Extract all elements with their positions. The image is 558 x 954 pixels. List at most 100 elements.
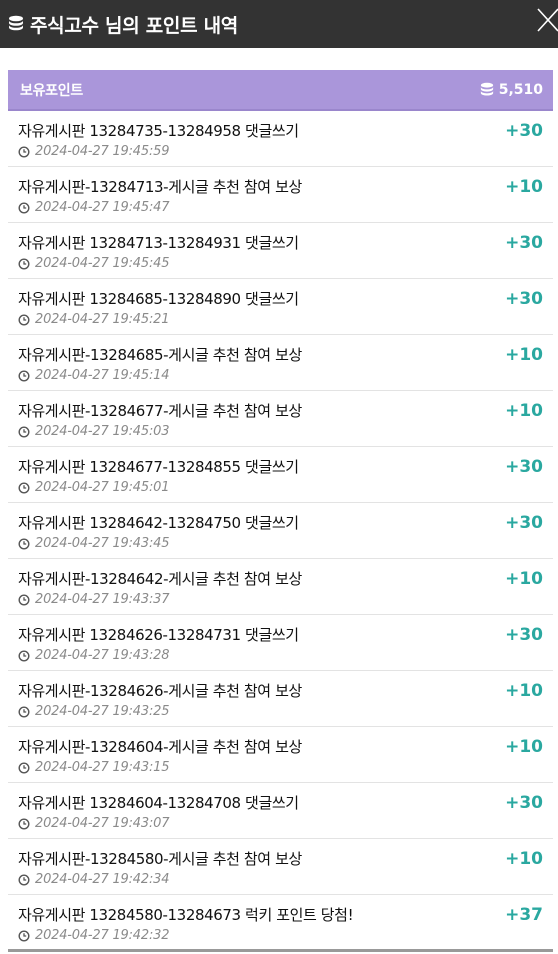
points-panel: 보유포인트 5,510 자유게시판 13284735-13284958 댓글쓰기… xyxy=(8,70,553,954)
history-time: 2024-04-27 19:42:32 xyxy=(18,928,169,943)
history-timestamp: 2024-04-27 19:42:32 xyxy=(35,928,170,943)
clock-icon xyxy=(18,257,30,270)
history-timestamp: 2024-04-27 19:43:07 xyxy=(35,816,170,831)
history-timestamp: 2024-04-27 19:45:45 xyxy=(35,256,170,271)
history-timestamp: 2024-04-27 19:43:28 xyxy=(35,648,170,663)
history-row: 자유게시판-13284604-게시글 추천 참여 보상 2024-04-27 19… xyxy=(8,727,553,783)
page-title: 주식고수 님의 포인트 내역 xyxy=(30,14,238,37)
history-amount: +10 xyxy=(505,681,543,701)
balance-label: 보유포인트 xyxy=(20,82,83,99)
history-row: 자유게시판-13284685-게시글 추천 참여 보상 2024-04-27 19… xyxy=(8,335,553,391)
clock-icon xyxy=(18,761,30,774)
history-timestamp: 2024-04-27 19:45:59 xyxy=(35,144,170,159)
clock-icon xyxy=(18,425,30,438)
history-amount: +10 xyxy=(505,569,543,589)
history-time: 2024-04-27 19:43:07 xyxy=(18,816,169,831)
history-row: 자유게시판 13284677-13284855 댓글쓰기 2024-04-27 1… xyxy=(8,447,553,503)
history-time: 2024-04-27 19:45:21 xyxy=(18,312,169,327)
clock-icon xyxy=(18,873,30,886)
history-amount: +37 xyxy=(505,905,543,925)
history-description: 자유게시판-13284642-게시글 추천 참여 보상 xyxy=(18,570,302,588)
history-time: 2024-04-27 19:45:59 xyxy=(18,144,169,159)
history-row: 자유게시판 13284713-13284931 댓글쓰기 2024-04-27 1… xyxy=(8,223,553,279)
history-row: 자유게시판-13284580-게시글 추천 참여 보상 2024-04-27 19… xyxy=(8,839,553,895)
history-timestamp: 2024-04-27 19:45:01 xyxy=(35,480,170,495)
history-description: 자유게시판-13284604-게시글 추천 참여 보상 xyxy=(18,738,302,756)
database-icon xyxy=(480,82,494,98)
history-timestamp: 2024-04-27 19:43:25 xyxy=(35,704,170,719)
history-timestamp: 2024-04-27 19:43:37 xyxy=(35,592,170,607)
clock-icon xyxy=(18,705,30,718)
clock-icon xyxy=(18,201,30,214)
clock-icon xyxy=(18,145,30,158)
history-row: 자유게시판-13284642-게시글 추천 참여 보상 2024-04-27 19… xyxy=(8,559,553,615)
history-time: 2024-04-27 19:43:37 xyxy=(18,592,169,607)
history-row: 자유게시판-13284626-게시글 추천 참여 보상 2024-04-27 19… xyxy=(8,671,553,727)
history-row: 자유게시판 13284580-13284673 럭키 포인트 당첨! 2024-0… xyxy=(8,895,553,951)
history-description: 자유게시판 13284677-13284855 댓글쓰기 xyxy=(18,458,299,476)
history-description: 자유게시판-13284685-게시글 추천 참여 보상 xyxy=(18,346,302,364)
history-row: 자유게시판-13284713-게시글 추천 참여 보상 2024-04-27 19… xyxy=(8,167,553,223)
history-amount: +10 xyxy=(505,177,543,197)
history-timestamp: 2024-04-27 19:45:21 xyxy=(35,312,170,327)
database-icon xyxy=(8,15,24,33)
history-time: 2024-04-27 19:43:15 xyxy=(18,760,169,775)
history-amount: +30 xyxy=(505,457,543,477)
history-time: 2024-04-27 19:43:25 xyxy=(18,704,169,719)
close-icon[interactable] xyxy=(536,5,558,33)
history-amount: +30 xyxy=(505,289,543,309)
history-row: 자유게시판 13284626-13284731 댓글쓰기 2024-04-27 1… xyxy=(8,615,553,671)
history-row: 자유게시판 13284604-13284708 댓글쓰기 2024-04-27 1… xyxy=(8,783,553,839)
history-time: 2024-04-27 19:45:01 xyxy=(18,480,169,495)
history-list: 자유게시판 13284735-13284958 댓글쓰기 2024-04-27 1… xyxy=(8,111,553,951)
history-timestamp: 2024-04-27 19:45:03 xyxy=(35,424,170,439)
history-timestamp: 2024-04-27 19:45:14 xyxy=(35,368,170,383)
balance-value: 5,510 xyxy=(498,81,543,98)
history-time: 2024-04-27 19:42:34 xyxy=(18,872,169,887)
history-time: 2024-04-27 19:43:45 xyxy=(18,536,169,551)
history-amount: +30 xyxy=(505,793,543,813)
history-amount: +30 xyxy=(505,513,543,533)
clock-icon xyxy=(18,593,30,606)
bottom-divider xyxy=(8,949,553,952)
history-amount: +30 xyxy=(505,233,543,253)
history-row: 자유게시판 13284685-13284890 댓글쓰기 2024-04-27 1… xyxy=(8,279,553,335)
clock-icon xyxy=(18,817,30,830)
history-description: 자유게시판 13284642-13284750 댓글쓰기 xyxy=(18,514,299,532)
history-timestamp: 2024-04-27 19:45:47 xyxy=(35,200,170,215)
balance-bar: 보유포인트 5,510 xyxy=(8,70,553,111)
history-description: 자유게시판-13284713-게시글 추천 참여 보상 xyxy=(18,178,302,196)
history-description: 자유게시판 13284735-13284958 댓글쓰기 xyxy=(18,122,299,140)
history-description: 자유게시판-13284626-게시글 추천 참여 보상 xyxy=(18,682,302,700)
history-amount: +30 xyxy=(505,625,543,645)
history-description: 자유게시판 13284604-13284708 댓글쓰기 xyxy=(18,794,299,812)
history-time: 2024-04-27 19:45:45 xyxy=(18,256,169,271)
history-description: 자유게시판 13284713-13284931 댓글쓰기 xyxy=(18,234,299,252)
clock-icon xyxy=(18,649,30,662)
title-bar: 주식고수 님의 포인트 내역 xyxy=(0,0,558,48)
history-description: 자유게시판 13284685-13284890 댓글쓰기 xyxy=(18,290,299,308)
history-amount: +10 xyxy=(505,737,543,757)
balance-value-group: 5,510 xyxy=(480,82,543,98)
clock-icon xyxy=(18,929,30,942)
history-description: 자유게시판-13284677-게시글 추천 참여 보상 xyxy=(18,402,302,420)
clock-icon xyxy=(18,481,30,494)
clock-icon xyxy=(18,369,30,382)
history-description: 자유게시판-13284580-게시글 추천 참여 보상 xyxy=(18,850,302,868)
history-amount: +30 xyxy=(505,121,543,141)
history-timestamp: 2024-04-27 19:42:34 xyxy=(35,872,170,887)
history-row: 자유게시판 13284735-13284958 댓글쓰기 2024-04-27 1… xyxy=(8,111,553,167)
history-time: 2024-04-27 19:45:14 xyxy=(18,368,169,383)
history-time: 2024-04-27 19:45:47 xyxy=(18,200,169,215)
history-timestamp: 2024-04-27 19:43:15 xyxy=(35,760,170,775)
history-description: 자유게시판 13284580-13284673 럭키 포인트 당첨! xyxy=(18,906,354,924)
history-amount: +10 xyxy=(505,849,543,869)
clock-icon xyxy=(18,537,30,550)
history-amount: +10 xyxy=(505,401,543,421)
history-timestamp: 2024-04-27 19:43:45 xyxy=(35,536,170,551)
clock-icon xyxy=(18,313,30,326)
history-time: 2024-04-27 19:43:28 xyxy=(18,648,169,663)
history-row: 자유게시판-13284677-게시글 추천 참여 보상 2024-04-27 19… xyxy=(8,391,553,447)
history-time: 2024-04-27 19:45:03 xyxy=(18,424,169,439)
history-row: 자유게시판 13284642-13284750 댓글쓰기 2024-04-27 1… xyxy=(8,503,553,559)
